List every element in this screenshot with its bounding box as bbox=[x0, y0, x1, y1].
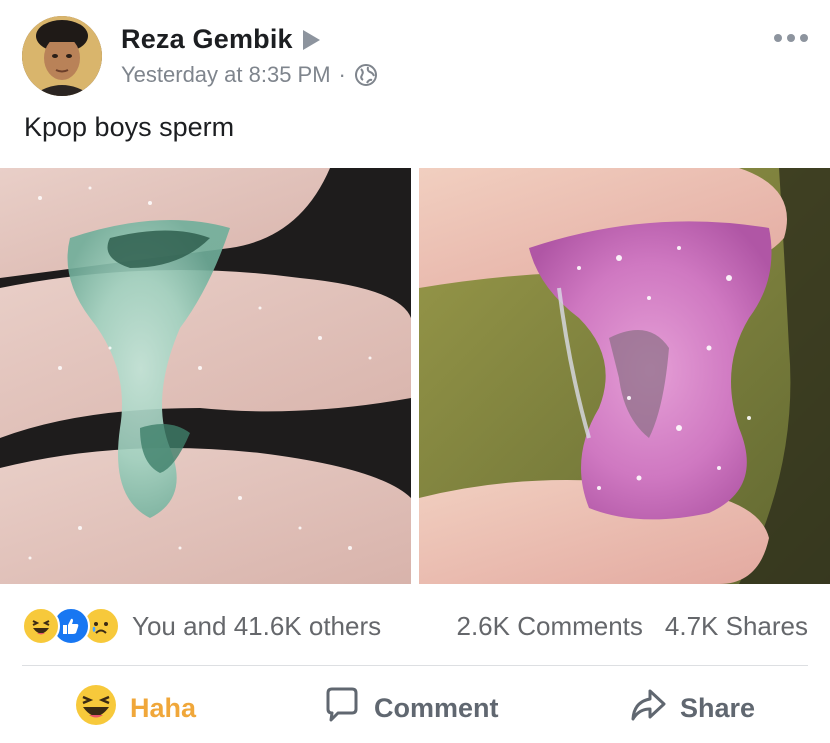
haha-icon bbox=[74, 683, 118, 734]
more-options-icon[interactable] bbox=[774, 34, 808, 42]
avatar-image bbox=[22, 16, 102, 96]
post-text: Kpop boys sperm bbox=[24, 112, 235, 142]
post-meta: Yesterday at 8:35 PM · bbox=[121, 60, 378, 90]
comment-icon bbox=[322, 685, 362, 732]
author-row: Reza Gembik bbox=[121, 22, 320, 56]
reaction-count: You and 41.6K others bbox=[132, 610, 382, 641]
share-icon bbox=[628, 685, 668, 732]
meta-separator: · bbox=[338, 62, 346, 87]
author-name[interactable]: Reza Gembik bbox=[121, 24, 293, 55]
comment-label: Comment bbox=[374, 692, 499, 723]
post-timestamp[interactable]: Yesterday at 8:35 PM bbox=[121, 62, 331, 88]
comment-count[interactable]: 2.6K Comments bbox=[457, 611, 643, 642]
globe-icon[interactable] bbox=[354, 63, 378, 87]
engagement-counts: 2.6K Comments 4.7K Shares bbox=[457, 608, 809, 644]
post-photos bbox=[0, 168, 830, 584]
photo-left[interactable] bbox=[0, 168, 411, 584]
share-count[interactable]: 4.7K Shares bbox=[665, 611, 808, 642]
post-actions: Haha Comment Share bbox=[0, 678, 830, 738]
haha-reaction-icon bbox=[22, 607, 60, 645]
share-label: Share bbox=[680, 692, 756, 723]
reaction-stats: You and 41.6K others 2.6K Comments 4.7K … bbox=[0, 598, 830, 654]
play-arrow-icon bbox=[302, 30, 320, 50]
comment-button[interactable]: Comment bbox=[322, 678, 499, 738]
haha-label: Haha bbox=[130, 692, 197, 723]
post-header: Reza Gembik Yesterday at 8:35 PM · bbox=[0, 0, 830, 105]
share-button[interactable]: Share bbox=[628, 678, 755, 738]
author-avatar[interactable] bbox=[22, 16, 102, 96]
reaction-summary[interactable]: You and 41.6K others bbox=[22, 607, 382, 645]
photo-right[interactable] bbox=[419, 168, 830, 584]
haha-button[interactable]: Haha bbox=[74, 678, 196, 738]
action-divider bbox=[22, 665, 808, 666]
